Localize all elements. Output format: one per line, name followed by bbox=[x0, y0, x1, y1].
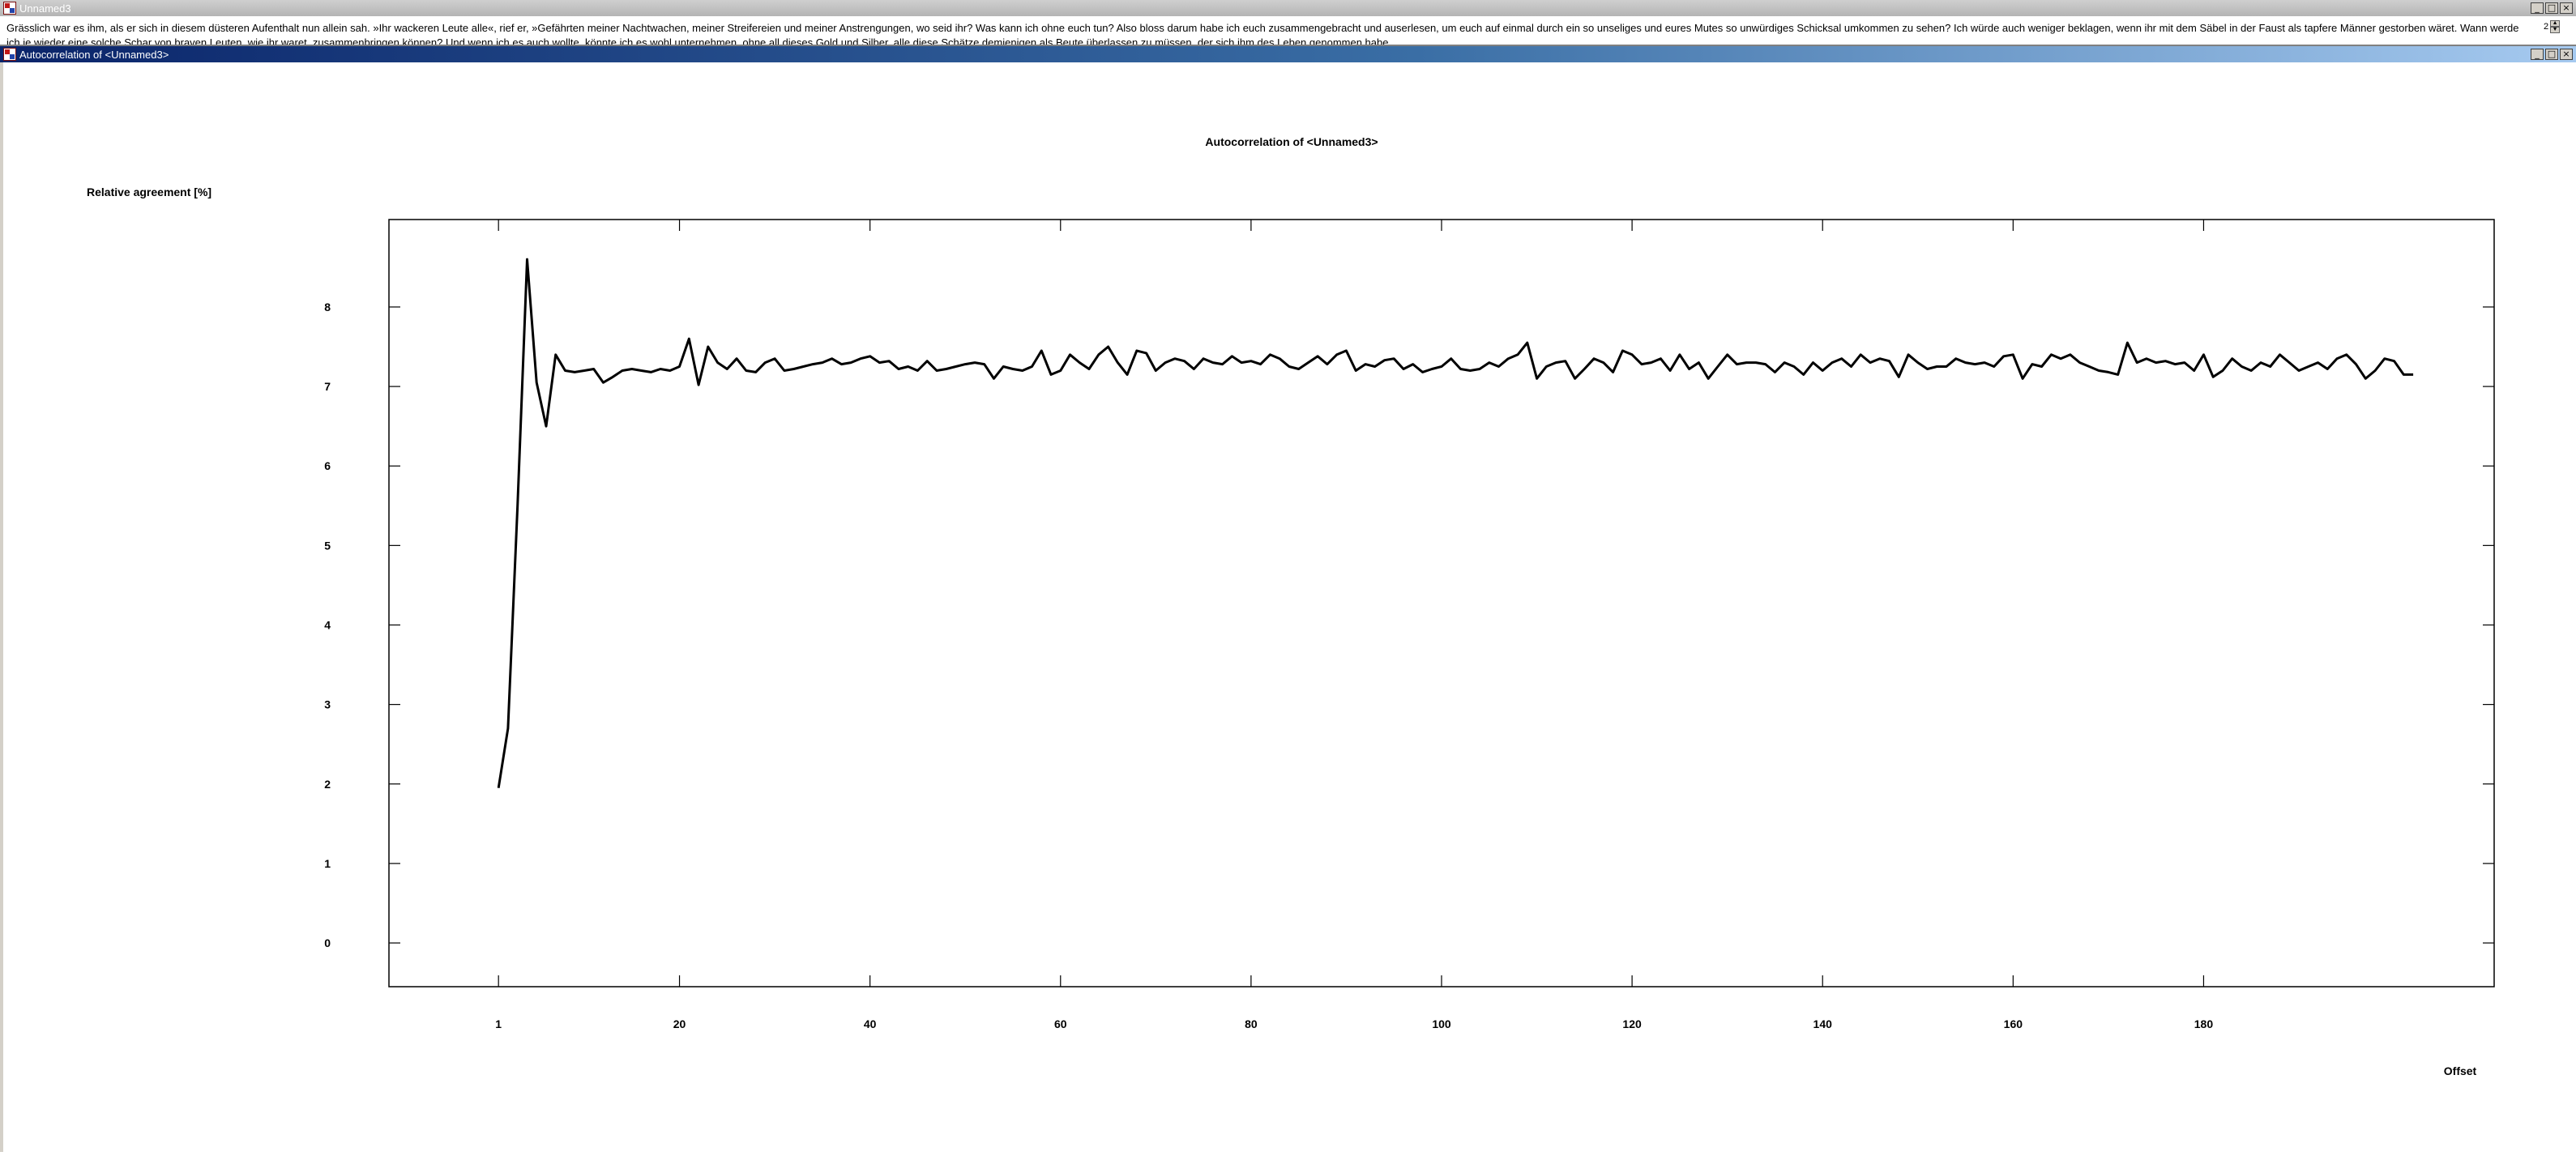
y-tick-label: 4 bbox=[324, 618, 331, 631]
y-tick-label: 1 bbox=[324, 857, 331, 870]
x-tick-label: 100 bbox=[1432, 1017, 1451, 1030]
x-tick-label: 140 bbox=[1813, 1017, 1833, 1030]
y-tick-label: 8 bbox=[324, 301, 331, 314]
x-tick-label: 60 bbox=[1054, 1017, 1067, 1030]
x-tick-label: 20 bbox=[673, 1017, 686, 1030]
y-tick-label: 6 bbox=[324, 459, 331, 472]
scroll-up-arrow-icon[interactable]: ▲ bbox=[2550, 20, 2561, 27]
x-tick-label: 1 bbox=[495, 1017, 502, 1030]
y-tick-label: 0 bbox=[324, 936, 331, 949]
x-tick-label: 40 bbox=[864, 1017, 877, 1030]
scroll-down-arrow-icon[interactable]: ▼ bbox=[2550, 27, 2561, 33]
text-pane-content: Grässlich war es ihm, als er sich in die… bbox=[6, 22, 2519, 46]
app-icon bbox=[3, 2, 16, 15]
x-axis-label: Offset bbox=[2444, 1064, 2477, 1077]
chart-maximize-button[interactable]: □ bbox=[2545, 49, 2558, 60]
y-tick-label: 5 bbox=[324, 539, 331, 552]
autocorrelation-line bbox=[497, 258, 2414, 788]
text-pane[interactable]: Grässlich war es ihm, als er sich in die… bbox=[0, 16, 2576, 46]
text-pane-spinner[interactable]: 2 ▲ ▼ bbox=[2544, 19, 2573, 34]
chart-title: Autocorrelation of <Unnamed3> bbox=[1205, 135, 1378, 148]
y-tick-label: 7 bbox=[324, 380, 331, 393]
main-minimize-button[interactable]: _ bbox=[2531, 2, 2544, 14]
main-maximize-button[interactable]: □ bbox=[2545, 2, 2558, 14]
main-window-title: Unnamed3 bbox=[19, 2, 71, 15]
autocorrelation-chart: Autocorrelation of <Unnamed3> Relative a… bbox=[87, 135, 2495, 1077]
chart-window-title: Autocorrelation of <Unnamed3> bbox=[19, 48, 169, 61]
chart-window: Autocorrelation of <Unnamed3> Relative a… bbox=[0, 62, 2576, 1152]
plot-frame bbox=[388, 219, 2495, 988]
chart-minimize-button[interactable]: _ bbox=[2531, 49, 2544, 60]
chart-window-titlebar[interactable]: Autocorrelation of <Unnamed3> _ □ × bbox=[0, 46, 2576, 62]
y-tick-label: 2 bbox=[324, 778, 331, 791]
y-axis-label: Relative agreement [%] bbox=[87, 186, 211, 198]
x-tick-label: 80 bbox=[1245, 1017, 1258, 1030]
text-pane-scroll-value: 2 bbox=[2544, 22, 2549, 32]
chart-app-icon bbox=[3, 48, 16, 61]
chart-close-button[interactable]: × bbox=[2560, 49, 2573, 60]
main-window-titlebar[interactable]: Unnamed3 _ □ × bbox=[0, 0, 2576, 16]
x-tick-label: 180 bbox=[2194, 1017, 2214, 1030]
main-close-button[interactable]: × bbox=[2560, 2, 2573, 14]
x-tick-label: 120 bbox=[1622, 1017, 1642, 1030]
y-tick-label: 3 bbox=[324, 698, 331, 711]
x-tick-label: 160 bbox=[2004, 1017, 2023, 1030]
